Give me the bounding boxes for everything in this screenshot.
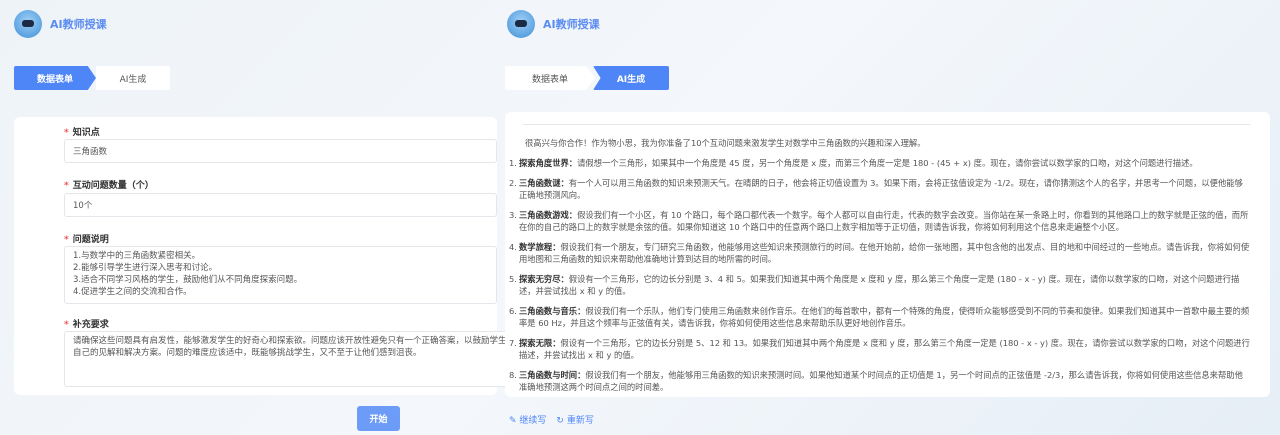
item-body: 假设有一个三角形，它的边长分别是 5、12 和 13。如果我们知道其中两个角度是… [519, 338, 1250, 360]
item-text: 探索角度世界：请假想一个三角形，如果其中一个角度是 45 度，另一个角度是 x … [519, 157, 1198, 169]
rewrite-button[interactable]: ↻ 重新写 [556, 413, 593, 426]
step-data-form[interactable]: 数据表单 [14, 66, 96, 90]
question-item: 3. 三角函数游戏：假设我们有一个小区，有 10 个路口，每个路口都代表一个数字。… [509, 209, 1250, 233]
question-item: 6. 三角函数与音乐：假设我们有一个乐队，他们专门使用三角函数来创作音乐。在他们的… [509, 305, 1250, 329]
item-number: 6. [509, 306, 517, 316]
question-item: 4. 数学旅程：假设我们有一个朋友，专门研究三角函数，他能够用这些知识来预测旅行的… [509, 241, 1250, 265]
item-title: 三角函数谜： [519, 178, 569, 188]
item-body: 有一个人可以用三角函数的知识来预测天气。在晴朗的日子，他会将正切值设置为 3。如… [519, 178, 1243, 200]
continue-label: 继续写 [519, 416, 547, 426]
question-item: 2. 三角函数谜：有一个人可以用三角函数的知识来预测天气。在晴朗的日子，他会将正切… [509, 177, 1250, 201]
field-label: * 补充要求 [64, 320, 109, 330]
app-logo: AI教师授课 [14, 10, 107, 38]
field-label: * 知识点 [64, 128, 100, 138]
question-item: 5. 探索无穷尽：假设有一个三角形，它的边长分别是 3、4 和 5。如果我们知道其… [509, 273, 1250, 297]
knowledge-point-input[interactable]: 三角函数 [64, 139, 497, 163]
item-body: 假设有一个三角形，它的边长分别是 3、4 和 5。如果我们知道其中两个角度是 x… [519, 274, 1240, 296]
question-item: 1. 探索角度世界：请假想一个三角形，如果其中一个角度是 45 度，另一个角度是 … [509, 157, 1250, 169]
app-title: AI教师授课 [50, 18, 107, 31]
item-number: 5. [509, 274, 517, 284]
item-text: 探索无穷尽：假设有一个三角形，它的边长分别是 3、4 和 5。如果我们知道其中两… [519, 273, 1250, 297]
item-number: 3. [509, 210, 517, 220]
rewrite-label: 重新写 [566, 416, 594, 426]
field-label: * 互动问题数量（个） [64, 181, 154, 191]
item-body: 假设我们有一个乐队，他们专门使用三角函数来创作音乐。在他们的每首歌中，都有一个特… [519, 306, 1250, 328]
intro-text: 很高兴与你合作！作为物小思，我为你准备了10个互动问题来激发学生对数学中三角函数… [525, 138, 926, 148]
line: 4.促进学生之间的交流和合作。 [73, 287, 192, 297]
line: 2.能够引导学生进行深入思考和讨论。 [73, 263, 218, 273]
item-text: 三角函数与时间：假设我们有一个朋友，他能够用三角函数的知识来预测时间。如果他知道… [519, 369, 1250, 393]
item-number: 7. [509, 338, 517, 348]
extra-requirements-textarea[interactable]: 请确保这些问题具有启发性，能够激发学生的好奇心和探索欲。问题应该开放性避免只有一… [64, 331, 537, 387]
item-text: 三角函数谜：有一个人可以用三角函数的知识来预测天气。在晴朗的日子，他会将正切值设… [519, 177, 1250, 201]
step-ai-generate[interactable]: AI生成 [593, 66, 669, 90]
item-title: 三角函数与时间： [519, 370, 586, 380]
item-title: 三角函数游戏： [519, 210, 578, 220]
question-count-input[interactable]: 10个 [64, 193, 497, 217]
question-item: 7. 探索无限：假设有一个三角形，它的边长分别是 5、12 和 13。如果我们知道… [509, 337, 1250, 361]
step-bar: 数据表单 AI生成 [505, 66, 669, 90]
form-panel: AI教师授课 数据表单 AI生成 * 知识点 三角函数 * 互动问题数量（个） 10… [0, 0, 537, 435]
step-ai-generate[interactable]: AI生成 [96, 66, 170, 90]
step-data-form[interactable]: 数据表单 [505, 66, 595, 90]
robot-avatar-icon [507, 10, 535, 38]
item-body: 假设我们有一个朋友，他能够用三角函数的知识来预测时间。如果他知道某个时间点的正切… [519, 370, 1243, 392]
app-logo: AI教师授课 [507, 10, 600, 38]
footer-actions: ✎ 继续写 ↻ 重新写 [509, 413, 594, 426]
item-title: 数学旅程： [519, 242, 561, 252]
result-panel: AI教师授课 数据表单 AI生成 很高兴与你合作！作为物小思，我为你准备了10个… [497, 0, 1280, 435]
item-text: 数学旅程：假设我们有一个朋友，专门研究三角函数，他能够用这些知识来预测旅行的时间… [519, 241, 1250, 265]
question-item: 8. 三角函数与时间：假设我们有一个朋友，他能够用三角函数的知识来预测时间。如果他… [509, 369, 1250, 393]
item-title: 探索无限： [519, 338, 561, 348]
robot-avatar-icon [14, 10, 42, 38]
item-body: 假设我们有一个小区，有 10 个路口，每个路口都代表一个数字。每个人都可以自由行… [519, 210, 1249, 232]
start-button[interactable]: 开始 [357, 406, 400, 431]
step-bar: 数据表单 AI生成 [14, 66, 170, 90]
item-title: 三角函数与音乐： [519, 306, 586, 316]
item-text: 探索无限：假设有一个三角形，它的边长分别是 5、12 和 13。如果我们知道其中… [519, 337, 1250, 361]
item-text: 三角函数与音乐：假设我们有一个乐队，他们专门使用三角函数来创作音乐。在他们的每首… [519, 305, 1250, 329]
question-description-textarea[interactable]: 1.与数学中的三角函数紧密相关。 2.能够引导学生进行深入思考和讨论。 3.适合… [64, 246, 497, 304]
line: 1.与数学中的三角函数紧密相关。 [73, 251, 201, 261]
generated-content: 很高兴与你合作！作为物小思，我为你准备了10个互动问题来激发学生对数学中三角函数… [505, 112, 1270, 397]
continue-write-button[interactable]: ✎ 继续写 [509, 413, 546, 426]
item-body: 请假想一个三角形，如果其中一个角度是 45 度，另一个角度是 x 度，而第三个角… [577, 158, 1198, 168]
app-title: AI教师授课 [543, 18, 600, 31]
item-body: 假设我们有一个朋友，专门研究三角函数，他能够用这些知识来预测旅行的时间。在他开始… [519, 242, 1250, 264]
item-title: 探索无穷尽： [519, 274, 569, 284]
item-number: 1. [509, 158, 517, 168]
item-text: 三角函数游戏：假设我们有一个小区，有 10 个路口，每个路口都代表一个数字。每个… [519, 209, 1250, 233]
item-title: 探索角度世界： [519, 158, 578, 168]
field-label: * 问题说明 [64, 235, 109, 245]
item-number: 2. [509, 178, 517, 188]
item-number: 8. [509, 370, 517, 380]
line: 3.适合不同学习风格的学生，鼓励他们从不同角度探索问题。 [73, 275, 303, 285]
item-number: 4. [509, 242, 517, 252]
form-card: * 知识点 三角函数 * 互动问题数量（个） 10个 * 问题说明 1.与数学中的三角… [14, 117, 537, 395]
